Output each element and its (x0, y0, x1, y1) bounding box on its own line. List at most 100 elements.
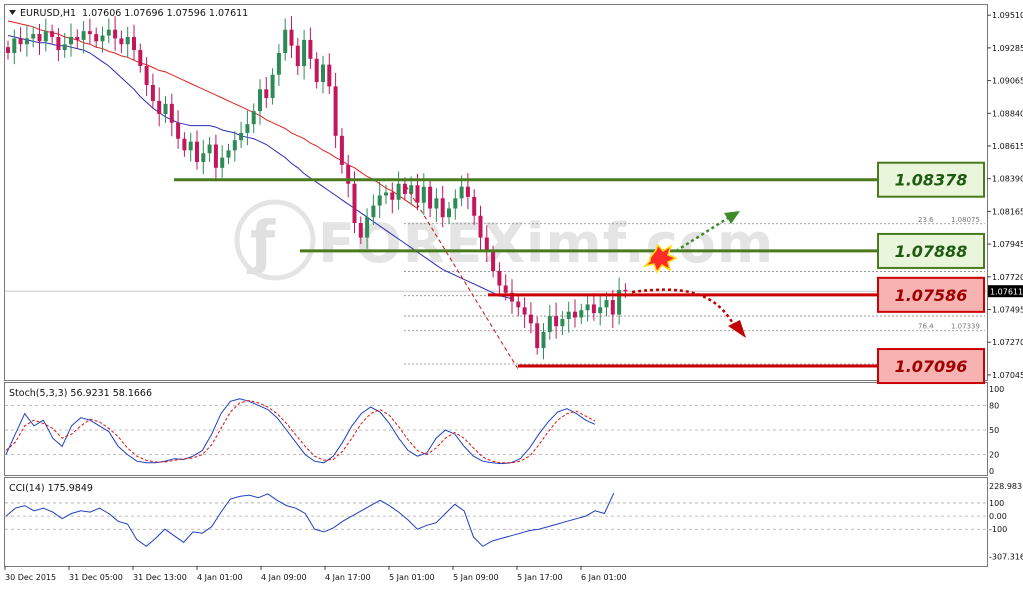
candle-body (69, 36, 73, 45)
time-axis-label: 5 Jan 17:00 (517, 573, 563, 582)
candle-body (258, 89, 262, 112)
support-low-label: 1.07096 (895, 357, 968, 376)
candle-body (541, 332, 546, 349)
candle-body (87, 31, 92, 35)
candle-body (453, 198, 458, 209)
candle-body (333, 86, 338, 136)
candle-body (339, 135, 344, 165)
candle-body (176, 122, 181, 139)
candle-body (289, 29, 294, 46)
candle-body (106, 29, 111, 36)
candle-body (472, 196, 477, 216)
candle-body (276, 52, 281, 75)
stoch-axis-label: 50 (989, 426, 999, 435)
candle-body (321, 64, 325, 83)
symbol-title: EURUSD,H1 (20, 8, 76, 19)
candle-body (232, 140, 237, 151)
fib-ratio-label: 23.6 (918, 216, 934, 224)
candle-body (302, 39, 307, 67)
candle-body (434, 198, 439, 209)
candle-body (585, 304, 590, 311)
candle-body (497, 270, 502, 286)
cci-panel-frame (4, 477, 988, 567)
candle-body (251, 111, 256, 125)
candle-body (566, 311, 571, 319)
fib-price-label: 1.08075 (951, 216, 980, 224)
candle-body (396, 183, 401, 200)
price-axis-label: 1.08615 (992, 142, 1023, 151)
time-axis-label: 6 Jan 01:00 (581, 573, 627, 582)
candle-body (598, 307, 603, 314)
stoch-axis-label: 80 (989, 401, 999, 410)
candle-body (352, 183, 357, 224)
cci-axis-label: 0.00 (989, 512, 1007, 521)
candle-body (560, 318, 565, 327)
resistance-mid-label: 1.07888 (895, 242, 968, 261)
candle-body (125, 36, 130, 45)
candle-body (465, 186, 470, 197)
candle-body (31, 34, 36, 39)
candle-body (390, 192, 395, 200)
cci-axis-label: 100 (989, 499, 1004, 508)
time-axis-label: 5 Jan 01:00 (389, 573, 435, 582)
candle-body (283, 29, 288, 53)
candle-body (188, 141, 193, 151)
price-axis-label: 1.08390 (992, 175, 1023, 184)
support-current-label: 1.07586 (895, 286, 968, 305)
candle-body (308, 39, 313, 59)
fib-ratio-label: 76.4 (918, 323, 934, 331)
candle-body (43, 31, 48, 42)
candle-body (554, 316, 559, 327)
candle-body (522, 307, 527, 315)
candle-body (195, 141, 199, 162)
candle-body (119, 38, 124, 45)
candle-body (163, 103, 168, 115)
candle-body (132, 36, 136, 51)
stoch-title: Stoch(5,3,3) 56.9231 58.1666 (9, 388, 152, 399)
price-axis-label: 1.09065 (992, 77, 1023, 86)
time-axis-label: 30 Dec 2015 (5, 573, 56, 582)
ohlc-readout: 1.07606 1.07696 1.07596 1.07611 (82, 8, 248, 19)
main-panel-frame (4, 4, 988, 381)
candle-body (37, 34, 42, 42)
candle-body (447, 208, 451, 218)
candle-body (245, 124, 250, 133)
candle-body (220, 157, 225, 168)
candle-body (157, 100, 162, 115)
candle-body (591, 304, 596, 314)
candle-body (56, 36, 61, 51)
stoch-axis-label: 0 (989, 467, 994, 476)
chart-window: ƒ FOREXimf.com 23.6 1.08075 76.4 1.07339 1.… (0, 0, 1023, 589)
price-axis-label: 1.08840 (992, 109, 1023, 118)
candle-body (226, 150, 231, 158)
candle-body (6, 47, 10, 53)
candle-body (100, 35, 105, 42)
candle-body (94, 34, 99, 42)
candle-body (365, 217, 370, 238)
cci-axis-label: -100 (989, 525, 1007, 534)
candle-body (169, 103, 174, 123)
price-axis-label: 1.07045 (992, 371, 1023, 380)
candle-body (138, 50, 143, 67)
stoch-axis-label: 20 (989, 451, 999, 460)
time-axis-label: 31 Dec 13:00 (133, 573, 187, 582)
candle-body (213, 144, 218, 168)
candle-body (535, 323, 540, 349)
candle-body (201, 153, 206, 162)
cci-axis-label: -307.316 (989, 552, 1023, 561)
candle-body (573, 311, 577, 318)
price-axis-label: 1.09510 (992, 11, 1023, 20)
resistance-high-label: 1.08378 (895, 171, 968, 190)
time-axis-label: 31 Dec 05:00 (69, 573, 123, 582)
candle-body (623, 289, 628, 292)
candle-body (478, 215, 483, 238)
candle-body (62, 44, 67, 51)
candle-body (547, 316, 552, 333)
candle-body (12, 38, 17, 53)
candle-body (384, 192, 388, 196)
candle-body (314, 58, 319, 83)
time-axis-label: 5 Jan 09:00 (453, 573, 499, 582)
candle-body (75, 36, 80, 40)
candle-body (528, 314, 533, 324)
candle-body (428, 186, 433, 209)
